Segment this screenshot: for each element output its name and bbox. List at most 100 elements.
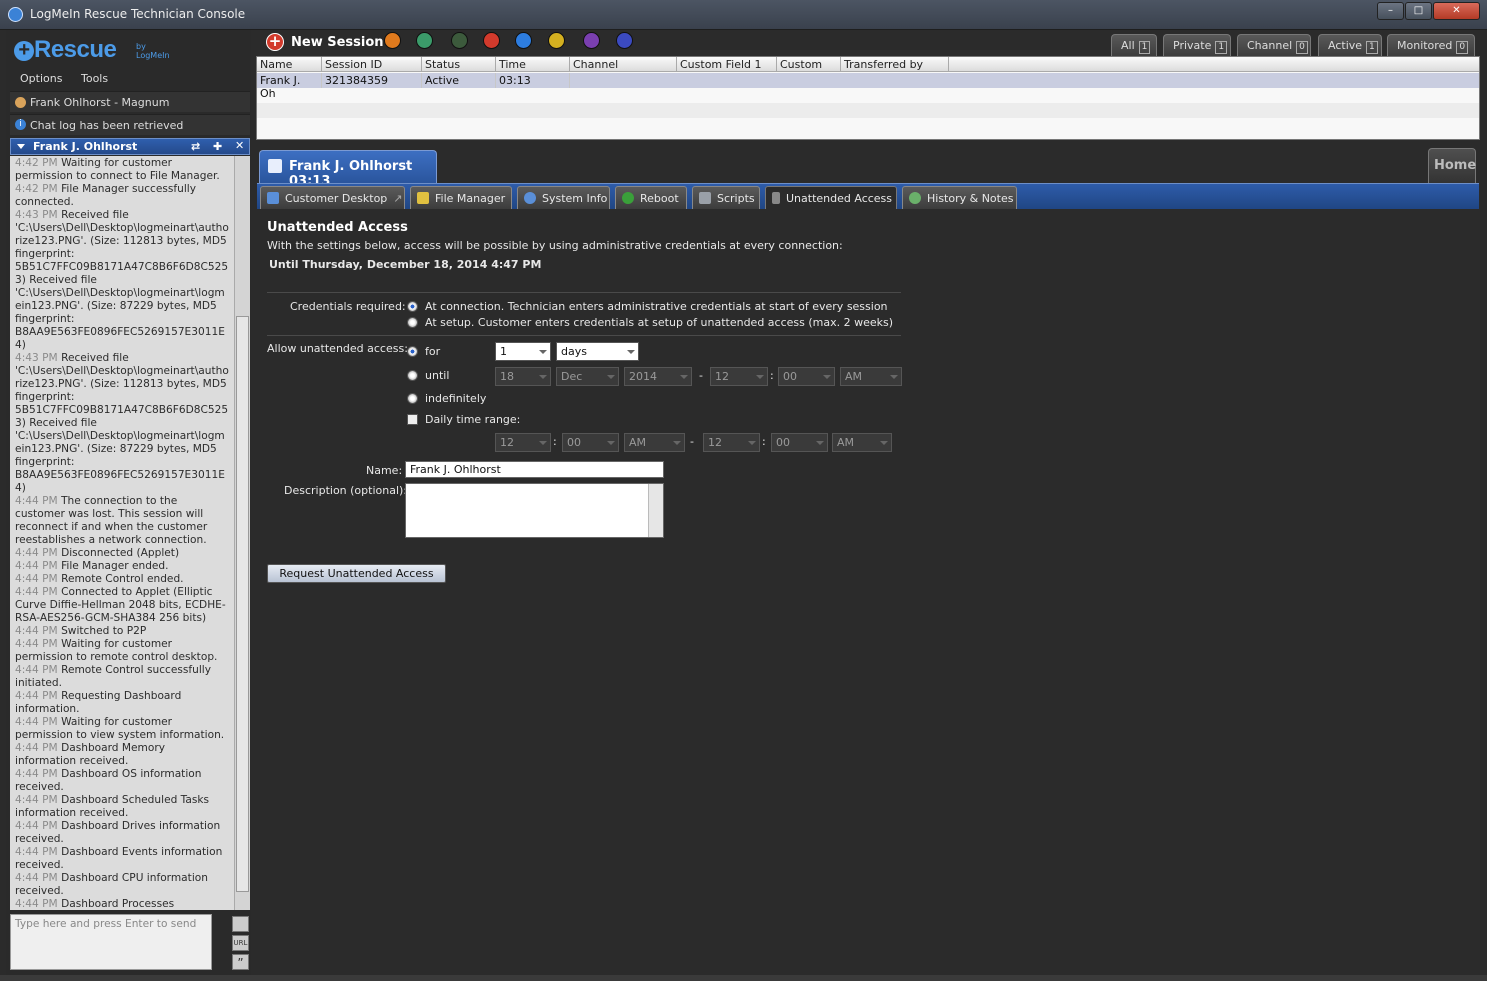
menu-tools[interactable]: Tools	[81, 72, 108, 85]
transfer-session-icon[interactable]	[416, 32, 433, 49]
chat-log-status: i Chat log has been retrieved	[10, 114, 250, 135]
chat-scrollbar[interactable]	[234, 156, 250, 910]
column-header[interactable]: Name	[257, 57, 322, 72]
range-from-minute[interactable]: 00	[562, 433, 619, 452]
filter-monitored[interactable]: Monitored 0	[1387, 34, 1475, 57]
message-time: 4:44 PM	[15, 573, 62, 585]
tab-file-manager[interactable]: File Manager	[410, 186, 512, 209]
chat-header[interactable]: Frank J. Ohlhorst ⇄ ✚ ✕	[10, 138, 250, 155]
smiley-icon[interactable]	[232, 916, 249, 932]
upload-icon[interactable]	[548, 32, 565, 49]
url-icon[interactable]: URL	[232, 935, 249, 951]
quote-icon[interactable]: ”	[232, 954, 249, 970]
chat-message: 4:44 PM Connected to Applet (Elliptic Cu…	[15, 586, 229, 625]
column-header[interactable]: Session ID	[322, 57, 422, 72]
for-radio[interactable]	[407, 346, 418, 357]
menu-options[interactable]: Options	[20, 72, 62, 85]
chat-message: 4:44 PM Requesting Dashboard information…	[15, 690, 229, 716]
select-value: AM	[837, 436, 855, 449]
close-session-icon[interactable]: ✕	[235, 139, 244, 152]
chat-message: 4:44 PM Dashboard Events information rec…	[15, 846, 229, 872]
select-value: 00	[783, 370, 797, 383]
cred-connection-label[interactable]: At connection. Technician enters adminis…	[425, 300, 888, 313]
name-input[interactable]: Frank J. Ohlhorst	[405, 461, 664, 478]
column-header[interactable]: Custom Fiel	[777, 57, 841, 84]
filter-all[interactable]: All 1	[1111, 34, 1157, 57]
new-session-icon[interactable]: +	[266, 33, 284, 51]
chat-input[interactable]: Type here and press Enter to send	[10, 914, 212, 970]
tab-reboot[interactable]: Reboot	[615, 186, 687, 209]
column-header[interactable]: Time	[496, 57, 570, 72]
column-header[interactable]: Custom Field 1	[677, 57, 777, 72]
range-from-ampm[interactable]: AM	[624, 433, 685, 452]
description-textarea[interactable]	[405, 483, 664, 538]
chat-message: 4:44 PM Dashboard Scheduled Tasks inform…	[15, 794, 229, 820]
hold-icon[interactable]	[384, 32, 401, 49]
indefinitely-radio[interactable]	[407, 393, 418, 404]
textarea-scrollbar[interactable]	[648, 484, 663, 537]
start-icon[interactable]	[451, 32, 468, 49]
pause-icon[interactable]	[515, 32, 532, 49]
message-time: 4:44 PM	[15, 898, 62, 910]
tab-scripts[interactable]: Scripts	[692, 186, 760, 209]
daily-range-label[interactable]: Daily time range:	[425, 413, 520, 426]
home-tab[interactable]: Home	[1428, 148, 1476, 183]
chevron-down-icon	[607, 441, 615, 445]
technician-status[interactable]: Frank Ohlhorst - Magnum	[10, 91, 250, 112]
divider	[267, 292, 901, 293]
technician-name: Frank Ohlhorst - Magnum	[30, 96, 170, 109]
minimize-button[interactable]: –	[1377, 2, 1404, 20]
cred-connection-radio[interactable]	[407, 301, 418, 312]
chevron-down-icon	[539, 441, 547, 445]
scroll-thumb[interactable]	[236, 316, 249, 892]
cred-setup-label[interactable]: At setup. Customer enters credentials at…	[425, 316, 893, 329]
for-label[interactable]: for	[425, 345, 440, 358]
maximize-button[interactable]: □	[1405, 2, 1432, 20]
tab-unattended-access[interactable]: Unattended Access	[765, 186, 897, 209]
daily-range-checkbox[interactable]	[407, 414, 418, 425]
until-day-select[interactable]: 18	[495, 367, 551, 386]
divider	[267, 335, 901, 336]
range-to-hour[interactable]: 12	[703, 433, 760, 452]
until-year-select[interactable]: 2014	[624, 367, 692, 386]
for-unit-select[interactable]: days	[556, 342, 639, 361]
until-hour-select[interactable]: 12	[710, 367, 768, 386]
message-time: 4:44 PM	[15, 547, 62, 559]
range-to-minute[interactable]: 00	[771, 433, 828, 452]
column-header[interactable]: Status	[422, 57, 496, 72]
transfer-icon[interactable]: ⇄	[191, 140, 200, 153]
request-unattended-access-button[interactable]: Request Unattended Access	[267, 564, 446, 583]
chat-message: 4:44 PM Remote Control ended.	[15, 573, 229, 586]
range-to-ampm[interactable]: AM	[832, 433, 892, 452]
column-header[interactable]: Channel	[570, 57, 677, 72]
cred-setup-radio[interactable]	[407, 317, 418, 328]
desktop-icon	[267, 192, 279, 204]
tab-customer-desktop[interactable]: Customer Desktop ↗	[260, 186, 405, 209]
tab-system-info[interactable]: System Info	[517, 186, 610, 209]
range-from-hour[interactable]: 12	[495, 433, 551, 452]
close-button[interactable]: ✕	[1433, 2, 1480, 20]
tab-history-notes[interactable]: History & Notes	[902, 186, 1017, 209]
indefinitely-label[interactable]: indefinitely	[425, 392, 486, 405]
column-header[interactable]: Transferred by	[841, 57, 949, 72]
until-minute-select[interactable]: 00	[778, 367, 835, 386]
until-label[interactable]: until	[425, 369, 449, 382]
info-session-icon[interactable]	[616, 32, 633, 49]
end-session-icon[interactable]	[483, 32, 500, 49]
gear-icon	[524, 192, 536, 204]
filter-channel[interactable]: Channel 0	[1237, 34, 1311, 57]
for-number-select[interactable]: 1	[495, 342, 551, 361]
filter-active[interactable]: Active 1	[1318, 34, 1382, 57]
until-radio[interactable]	[407, 370, 418, 381]
session-tab[interactable]: Frank J. Ohlhorst 03:13	[259, 150, 437, 189]
notes-icon[interactable]	[583, 32, 600, 49]
until-month-select[interactable]: Dec	[556, 367, 619, 386]
message-time: 4:42 PM	[15, 157, 62, 169]
add-user-icon[interactable]: ✚	[213, 140, 222, 153]
until-ampm-select[interactable]: AM	[840, 367, 902, 386]
filter-private[interactable]: Private 1	[1163, 34, 1231, 57]
new-session-button[interactable]: New Session	[291, 35, 384, 50]
filter-count: 1	[1366, 41, 1378, 54]
popout-icon[interactable]: ↗	[393, 192, 402, 205]
collapse-arrow-icon[interactable]	[17, 144, 25, 149]
